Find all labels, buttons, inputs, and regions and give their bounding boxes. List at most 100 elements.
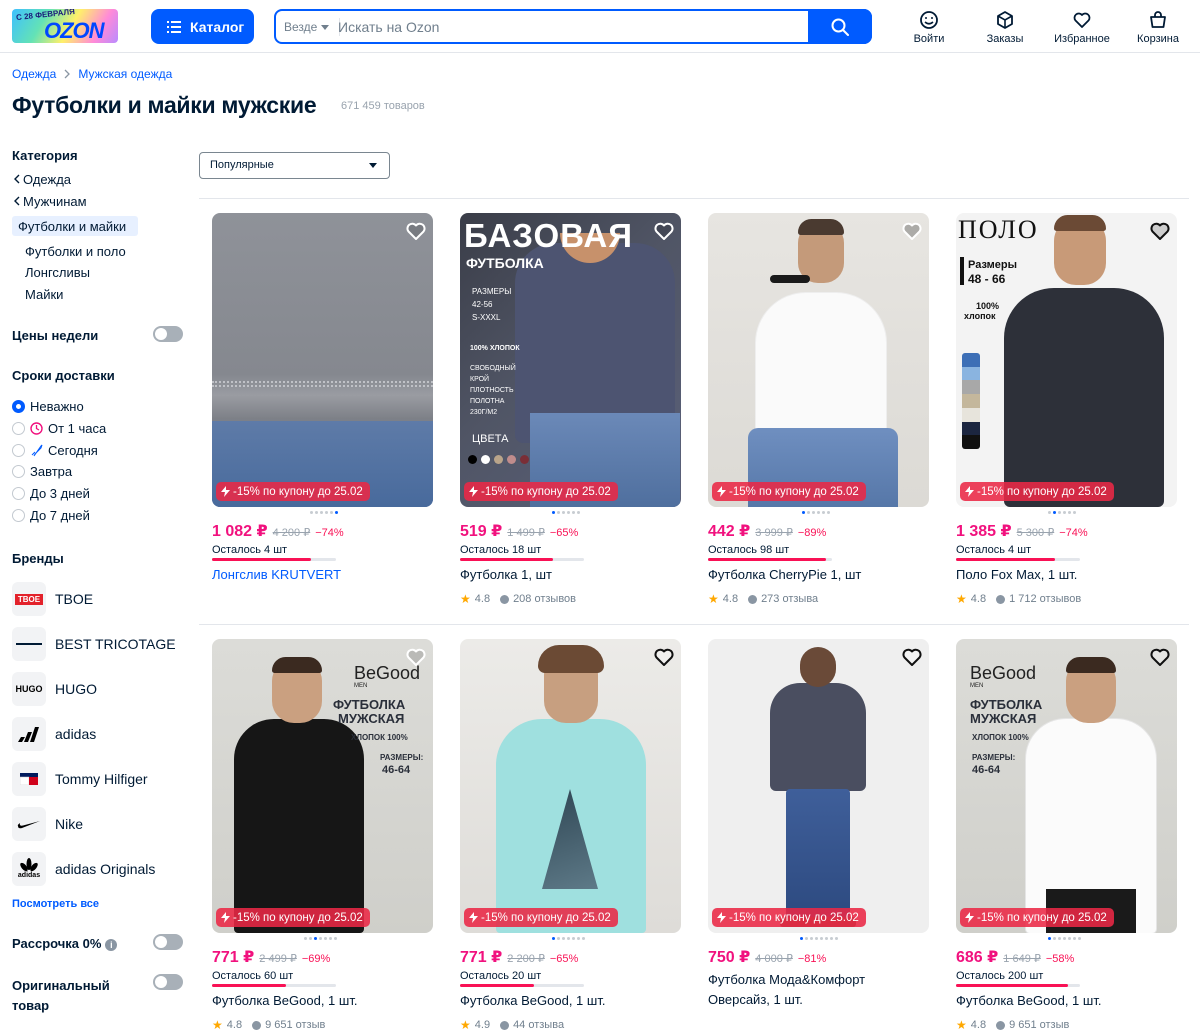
brand-hugo[interactable]: HUGO HUGO (12, 672, 97, 706)
product-title[interactable]: Футболка 1, шт (460, 567, 552, 582)
price: 1 385 ₽ (956, 523, 1012, 540)
brand-name: HUGO (55, 681, 97, 697)
sort-dropdown[interactable]: Популярные (199, 152, 390, 179)
category-item-longsleeves[interactable]: Лонгсливы (25, 265, 90, 280)
product-image[interactable]: BeGood MEN ФУТБОЛКА МУЖСКАЯ ХЛОПОК 100% … (212, 639, 433, 933)
product-title[interactable]: Лонгслив KRUTVERT (212, 567, 341, 582)
brands-see-all-link[interactable]: Посмотреть все (12, 898, 99, 910)
image-headline: ПОЛО (958, 215, 1039, 244)
delivery-option-label: До 7 дней (30, 508, 90, 523)
image-text: 48 - 66 (968, 272, 1006, 286)
reviews-count[interactable]: 208 отзывов (513, 593, 576, 605)
breadcrumb-link-clothes[interactable]: Одежда (12, 67, 56, 81)
brand-tboe[interactable]: TBOE TBOE (12, 582, 93, 616)
delivery-option-any[interactable]: Неважно (12, 399, 84, 414)
category-active[interactable]: Футболки и майки (18, 219, 126, 234)
product-image[interactable]: -15% по купону до 25.02 (708, 213, 929, 507)
delivery-option-tomorrow[interactable]: Завтра (12, 464, 72, 479)
rating-value: 4.8 (226, 1019, 243, 1031)
reviews-count[interactable]: 9 651 отзыв (1009, 1019, 1069, 1031)
brand-best-tricotage[interactable]: BEST TRICOTAGE (12, 627, 176, 661)
delivery-option-7days[interactable]: До 7 дней (12, 508, 90, 523)
category-back-men[interactable]: Мужчинам (14, 194, 87, 209)
image-text: MEN (970, 683, 984, 689)
ozon-logo[interactable]: С 28 ФЕВРАЛЯ OZON (12, 9, 118, 43)
info-icon[interactable]: i (105, 938, 118, 951)
category-item-tanks[interactable]: Майки (25, 287, 63, 302)
lightning-icon (717, 486, 726, 497)
favorite-heart-icon[interactable] (901, 646, 923, 668)
chevron-right-icon (64, 69, 71, 79)
favorite-heart-icon[interactable] (901, 220, 923, 242)
product-image[interactable]: -15% по купону до 25.02 (708, 639, 929, 933)
brand-logo-adidas-originals: adidas (12, 852, 46, 886)
breadcrumb-link-mens[interactable]: Мужская одежда (78, 67, 172, 81)
category-item-tshirts-polo[interactable]: Футболки и поло (25, 244, 126, 259)
brand-tommy-hilfiger[interactable]: Tommy Hilfiger (12, 762, 148, 796)
image-text: хлопок (964, 311, 996, 321)
reviews-count[interactable]: 44 отзыва (513, 1019, 564, 1031)
original-goods-toggle[interactable] (153, 974, 183, 990)
rating-value: 4.8 (970, 1019, 987, 1031)
product-image[interactable]: БАЗОВАЯ ФУТБОЛКА РАЗМЕРЫ 42-56 S-XXXL 10… (460, 213, 681, 507)
favorite-heart-icon[interactable] (653, 646, 675, 668)
favorite-heart-icon[interactable] (405, 646, 427, 668)
search-button[interactable] (808, 9, 872, 44)
product-title[interactable]: Футболка BeGood, 1 шт. (956, 993, 1101, 1008)
product-image[interactable]: -15% по купону до 25.02 (212, 213, 433, 507)
star-icon: ★ (956, 592, 967, 606)
favorite-heart-icon[interactable] (1149, 646, 1171, 668)
old-price: 5 300 ₽ (1016, 527, 1055, 539)
favorites-button[interactable]: Избранное (1047, 10, 1117, 45)
coupon-badge: -15% по купону до 25.02 (216, 908, 370, 927)
brand-adidas[interactable]: adidas (12, 717, 96, 751)
image-pager-dots (310, 511, 338, 514)
product-title[interactable]: Футболка BeGood, 1 шт. (212, 993, 357, 1008)
reviews-count[interactable]: 9 651 отзыв (265, 1019, 325, 1031)
image-text: ПЛОТНОСТЬ (470, 387, 514, 394)
price-row: 771 ₽ 2 499 ₽ −69% (212, 947, 330, 967)
delivery-option-1hour[interactable]: От 1 часа (12, 421, 106, 436)
star-icon: ★ (956, 1018, 967, 1032)
delivery-option-3days[interactable]: До 3 дней (12, 486, 90, 501)
favorite-heart-icon[interactable] (1149, 220, 1171, 242)
caret-down-icon (369, 163, 377, 168)
catalog-button[interactable]: Каталог (151, 9, 254, 44)
brand-nike[interactable]: Nike (12, 807, 83, 841)
search-input[interactable] (338, 15, 808, 39)
rating-row: ★ 4.9 44 отзыва (460, 1018, 564, 1032)
discount: −81% (797, 953, 827, 965)
rating-row: ★ 4.8 273 отзыва (708, 592, 818, 606)
cart-button[interactable]: Корзина (1123, 10, 1193, 45)
price-row: 1 385 ₽ 5 300 ₽ −74% (956, 521, 1088, 541)
express-icon (30, 422, 43, 435)
orders-button[interactable]: Заказы (970, 10, 1040, 45)
stock-bar (956, 984, 1080, 987)
login-button[interactable]: Войти (894, 10, 964, 45)
product-title[interactable]: Футболка Мода&Комфорт (708, 972, 865, 987)
installment-toggle[interactable] (153, 934, 183, 950)
week-prices-toggle[interactable] (153, 326, 183, 342)
product-image[interactable]: ПОЛО Размеры 48 - 66 100% хлопок -15% по… (956, 213, 1177, 507)
reviews-count[interactable]: 273 отзыва (761, 593, 818, 605)
product-title[interactable]: Футболка BeGood, 1 шт. (460, 993, 605, 1008)
search-scope-label: Везде (284, 20, 318, 34)
radio-selected (12, 400, 25, 413)
delivery-option-today[interactable]: Сегодня (12, 443, 98, 458)
color-swatches (962, 353, 980, 449)
favorite-heart-icon[interactable] (405, 220, 427, 242)
brand-adidas-originals[interactable]: adidas adidas Originals (12, 852, 155, 886)
product-title[interactable]: Футболка CherryPie 1, шт (708, 567, 861, 582)
stock-bar-fill (460, 558, 553, 561)
coupon-badge: -15% по купону до 25.02 (712, 908, 866, 927)
category-back-clothes[interactable]: Одежда (14, 172, 71, 187)
favorite-heart-icon[interactable] (653, 220, 675, 242)
image-text: Размеры (968, 259, 1018, 271)
product-title[interactable]: Поло Fox Max, 1 шт. (956, 567, 1077, 582)
search-scope-select[interactable]: Везде (284, 18, 341, 36)
original-goods-line2: товар (12, 998, 50, 1013)
product-image[interactable]: -15% по купону до 25.02 (460, 639, 681, 933)
product-image[interactable]: BeGood MEN ФУТБОЛКА МУЖСКАЯ ХЛОПОК 100% … (956, 639, 1177, 933)
product-title-line2[interactable]: Оверсайз, 1 шт. (708, 992, 803, 1007)
reviews-count[interactable]: 1 712 отзывов (1009, 593, 1081, 605)
